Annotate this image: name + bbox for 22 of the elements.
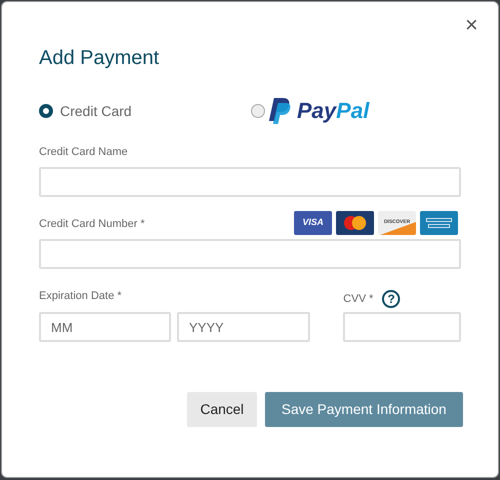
field-label: Credit Card Number * — [39, 217, 145, 232]
amex-card-icon — [420, 211, 458, 235]
radio-button[interactable] — [39, 104, 53, 118]
dialog-title: Add Payment — [39, 46, 160, 70]
paypal-icon — [269, 98, 291, 124]
month-field[interactable]: MM — [39, 312, 171, 342]
visa-card-logo: VISA — [294, 211, 332, 235]
input-field[interactable] — [39, 239, 461, 269]
close-button[interactable]: × — [465, 14, 478, 36]
paypal-logo: PayPal — [297, 100, 370, 122]
field-label: Credit Card Name — [39, 145, 128, 160]
input-field[interactable] — [39, 167, 461, 197]
help-button[interactable]: ? — [382, 290, 400, 308]
field-label: CVV * — [343, 292, 374, 306]
cvv-field[interactable] — [343, 312, 461, 342]
year-field[interactable]: YYYY — [177, 312, 310, 342]
radio-button[interactable] — [251, 104, 265, 118]
mastercard-icon — [336, 211, 374, 235]
cancel-button[interactable]: Cancel — [187, 392, 257, 427]
radio-label: Credit Card — [60, 102, 132, 120]
save-button[interactable]: Save Payment Information — [265, 392, 463, 427]
field-label: Expiration Date * — [39, 289, 123, 304]
